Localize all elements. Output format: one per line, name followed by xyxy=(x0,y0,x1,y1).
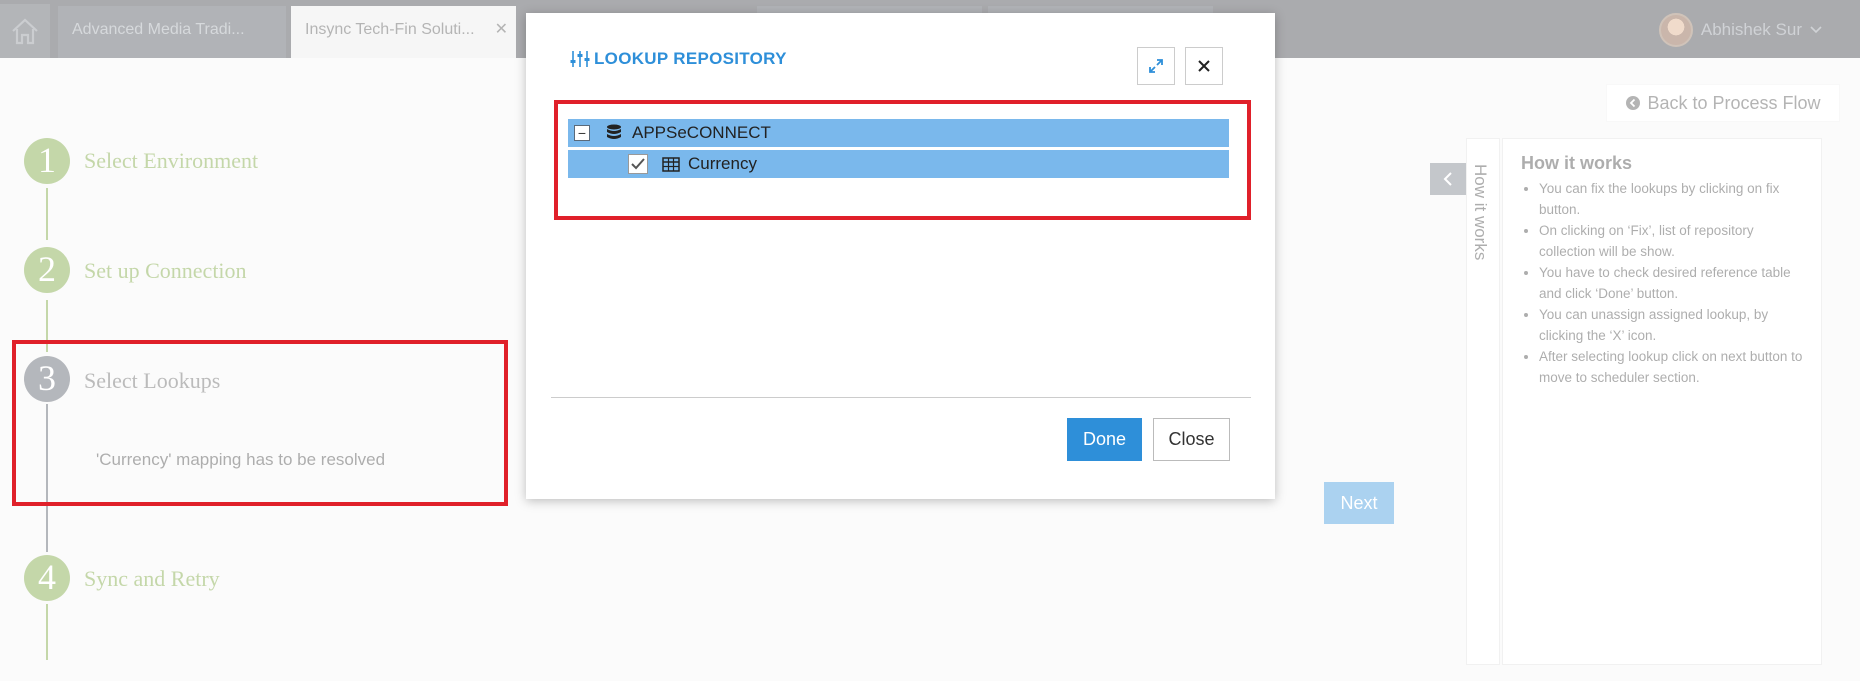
how-it-works-list: You can fix the lookups by clicking on f… xyxy=(1521,178,1803,388)
list-item: You have to check desired reference tabl… xyxy=(1539,262,1803,304)
tab-close-icon[interactable]: ✕ xyxy=(495,6,508,54)
lookup-repository-modal: LOOKUP REPOSITORY − APPSeCONNECT Currenc… xyxy=(526,13,1275,499)
how-it-works-tab-label: How it works xyxy=(1471,164,1490,261)
modal-title: LOOKUP REPOSITORY xyxy=(570,49,787,69)
back-label: Back to Process Flow xyxy=(1647,92,1821,113)
chevron-down-icon xyxy=(1810,26,1822,34)
tab-label: Insync Tech-Fin Soluti... xyxy=(305,21,475,38)
sliders-icon xyxy=(570,51,590,67)
step-1-label[interactable]: Select Environment xyxy=(84,148,258,174)
step-4-label[interactable]: Sync and Retry xyxy=(84,566,220,592)
check-icon xyxy=(631,158,645,170)
step-connector xyxy=(46,188,48,240)
highlight-box-step-3 xyxy=(12,340,508,506)
avatar xyxy=(1658,13,1693,47)
list-item: On clicking on ‘Fix’, list of repository… xyxy=(1539,220,1803,262)
collapse-icon[interactable]: − xyxy=(574,125,590,141)
tab-label: Advanced Media Tradi... xyxy=(72,21,245,38)
home-button[interactable] xyxy=(0,4,50,58)
back-to-process-flow-button[interactable]: Back to Process Flow xyxy=(1606,84,1840,122)
maximize-button[interactable] xyxy=(1137,47,1175,85)
step-2-label[interactable]: Set up Connection xyxy=(84,258,247,284)
modal-title-text: LOOKUP REPOSITORY xyxy=(594,49,787,68)
done-button[interactable]: Done xyxy=(1067,418,1142,461)
user-menu[interactable]: Abhishek Sur xyxy=(1658,12,1822,48)
modal-close-button[interactable] xyxy=(1185,47,1223,85)
how-it-works-panel: How it works You can fix the lookups by … xyxy=(1502,138,1822,665)
home-icon xyxy=(12,18,38,45)
close-icon xyxy=(1198,60,1210,72)
arrow-left-circle-icon xyxy=(1626,96,1641,110)
how-it-works-title: How it works xyxy=(1521,153,1633,173)
step-2-number: 2 xyxy=(24,247,70,293)
list-item: You can fix the lookups by clicking on f… xyxy=(1539,178,1803,220)
next-button[interactable]: Next xyxy=(1324,482,1394,524)
step-connector xyxy=(46,604,48,660)
tree-node-label: APPSeCONNECT xyxy=(632,123,771,142)
table-icon xyxy=(662,156,680,172)
user-name: Abhishek Sur xyxy=(1700,20,1802,39)
list-item: You can unassign assigned lookup, by cli… xyxy=(1539,304,1803,346)
database-icon xyxy=(607,124,621,139)
chevron-left-icon xyxy=(1443,172,1452,186)
tab-advanced-media[interactable]: Advanced Media Tradi... xyxy=(58,6,286,58)
currency-checkbox[interactable] xyxy=(628,154,648,174)
close-button[interactable]: Close xyxy=(1153,418,1230,461)
tree-node-currency[interactable]: Currency xyxy=(568,150,1229,178)
tree-node-root[interactable]: − APPSeCONNECT xyxy=(568,119,1229,147)
repository-tree: − APPSeCONNECT Currency xyxy=(554,100,1251,220)
list-item: After selecting lookup click on next but… xyxy=(1539,346,1803,388)
step-1-number: 1 xyxy=(24,138,70,184)
step-4-number: 4 xyxy=(24,555,70,601)
tree-node-label: Currency xyxy=(688,154,757,173)
modal-divider xyxy=(551,397,1251,398)
collapse-panel-button[interactable] xyxy=(1430,163,1466,195)
tab-insync-tech[interactable]: Insync Tech-Fin Soluti... ✕ xyxy=(291,6,516,58)
expand-icon xyxy=(1149,59,1163,73)
